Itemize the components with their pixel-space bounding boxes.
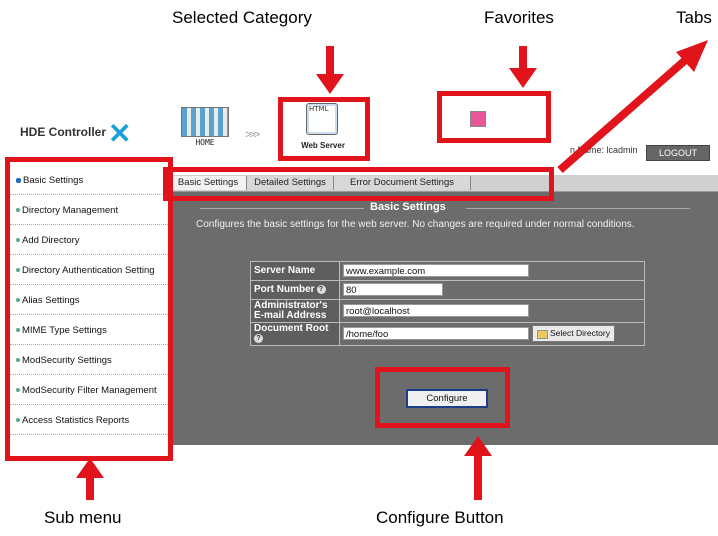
home-label: HOME — [195, 138, 215, 147]
callout-tabs-box — [163, 167, 554, 201]
home-icon — [181, 107, 229, 137]
form-row: Server Name www.example.com — [250, 261, 645, 281]
arrow-head-icon — [464, 436, 492, 456]
callout-favorites-box — [437, 91, 551, 143]
logout-button[interactable]: LOGOUT — [646, 145, 710, 161]
form-value-cell: /home/foo Select Directory — [339, 322, 645, 346]
home-button[interactable]: HOME — [178, 105, 232, 151]
arrow-head-icon — [509, 68, 537, 88]
settings-form: Server Name www.example.com Port Number?… — [250, 261, 645, 346]
form-value-cell: root@localhost — [339, 299, 645, 323]
annotation-selected-category: Selected Category — [172, 8, 312, 27]
arrow-selected-category — [326, 46, 334, 76]
arrow-head-icon — [316, 74, 344, 94]
document-root-label-cell: Document Root? — [250, 322, 340, 346]
annotation-configure-button: Configure Button — [376, 508, 504, 527]
annotation-tabs: Tabs — [676, 8, 712, 27]
document-root-label: Document Root — [254, 322, 329, 334]
callout-configure-box — [375, 367, 510, 428]
port-number-input[interactable]: 80 — [343, 283, 443, 297]
form-value-cell: 80 — [339, 280, 645, 300]
help-icon[interactable]: ? — [316, 284, 326, 294]
arrow-head-icon — [76, 458, 104, 478]
section-description: Configures the basic settings for the we… — [196, 219, 635, 230]
arrow-configure — [474, 454, 482, 500]
select-directory-label: Select Directory — [550, 328, 610, 339]
section-divider — [200, 208, 364, 209]
section-divider — [466, 208, 690, 209]
folder-icon — [537, 329, 548, 339]
admin-email-label: Administrator's E-mail Address — [250, 299, 340, 323]
annotation-sub-menu: Sub menu — [44, 508, 122, 527]
arrow-sub-menu — [86, 476, 94, 500]
login-name: n Name: lcadmin — [570, 145, 638, 155]
admin-email-input[interactable]: root@localhost — [343, 304, 529, 318]
section-title: Basic Settings — [370, 201, 446, 213]
callout-selected-category-box — [278, 97, 370, 161]
document-root-input[interactable]: /home/foo — [343, 327, 529, 341]
breadcrumb-separator-icon: >>> — [245, 129, 260, 141]
app-logo: HDE Controller — [20, 125, 107, 139]
form-row: Port Number? 80 — [250, 280, 645, 300]
form-row: Administrator's E-mail Address root@loca… — [250, 299, 645, 323]
port-number-label-cell: Port Number? — [250, 280, 340, 300]
callout-sub-menu-box — [5, 157, 173, 461]
logo-x-icon: ✕ — [108, 118, 132, 149]
port-number-label: Port Number — [254, 284, 315, 296]
form-value-cell: www.example.com — [339, 261, 645, 281]
server-name-input[interactable]: www.example.com — [343, 264, 529, 278]
annotation-favorites: Favorites — [484, 8, 554, 27]
select-directory-button[interactable]: Select Directory — [532, 325, 615, 343]
arrow-favorites — [519, 46, 527, 70]
help-icon[interactable]: ? — [254, 333, 263, 343]
form-row: Document Root? /home/foo Select Directory — [250, 322, 645, 346]
server-name-label: Server Name — [250, 261, 340, 281]
